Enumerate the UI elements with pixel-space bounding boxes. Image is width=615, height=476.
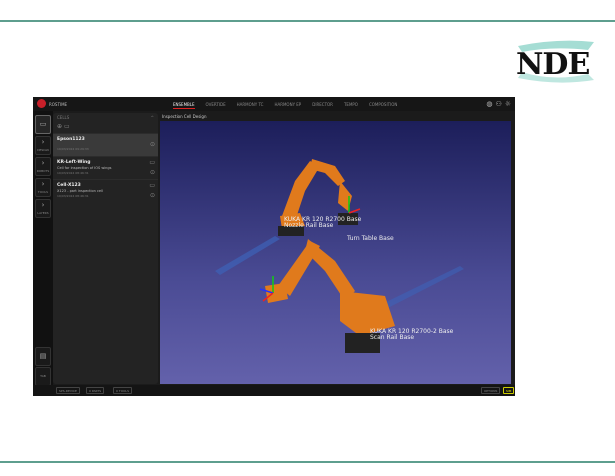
open-icon[interactable]: ⊙: [150, 169, 155, 176]
label-scan-rail: Scan Rail Base: [370, 334, 414, 341]
chevron-right-icon: ›: [41, 201, 45, 209]
label-turn-table: Turn Table Base: [346, 235, 394, 242]
brand-logo-icon: [37, 99, 46, 108]
folder-icon[interactable]: ▭: [149, 159, 155, 166]
cell-item[interactable]: KR-Left-Wing Cell for inspection of IOS …: [53, 156, 158, 179]
rail-tab-menu-button[interactable]: TAB MENU: [35, 367, 51, 395]
sim-toggle[interactable]: SIM: [503, 387, 515, 394]
rail-cells-button[interactable]: ▭: [35, 115, 51, 134]
tab-harmony-tc[interactable]: HARMONY TC: [237, 102, 264, 109]
chevron-right-icon: ›: [41, 159, 45, 167]
folder-icon: ▭: [39, 120, 47, 128]
parts-button[interactable]: 0 PARTS: [86, 387, 105, 394]
folder-icon[interactable]: ▭: [149, 182, 155, 189]
top-rule: [0, 20, 615, 22]
tab-director[interactable]: DIRECTOR: [312, 102, 333, 109]
collapse-icon[interactable]: ^: [151, 115, 154, 120]
rail-tools-button[interactable]: › TOOLS: [35, 178, 51, 197]
cell-item[interactable]: Cell-X123 X123 - part inspection cell 19…: [53, 179, 158, 202]
label-nozzle-rail: Nozzle Rail Base: [284, 222, 334, 229]
main-tabs: ENSEMBLE OVERTIDE HARMONY TC HARMONY EP …: [173, 102, 397, 109]
tab-ensemble[interactable]: ENSEMBLE: [173, 102, 195, 109]
globe-icon[interactable]: ◍: [486, 100, 492, 108]
tab-composition[interactable]: COMPOSITION: [369, 102, 397, 109]
rail-robots-button[interactable]: › ROBOTS: [35, 157, 51, 176]
chevron-right-icon: ›: [41, 138, 45, 146]
top-bar: ROSTIME ENSEMBLE OVERTIDE HARMONY TC HAR…: [33, 97, 515, 111]
tab-tempo[interactable]: TEMPO: [344, 102, 358, 109]
brand-name: ROSTIME: [49, 102, 68, 107]
open-icon[interactable]: ⊙: [150, 141, 155, 148]
cells-header: CELLS: [57, 115, 70, 120]
cells-panel: CELLS ^ ⊕ ▭ Epson1123 19/03/2024 09:29:33 …: [53, 113, 158, 384]
options-button[interactable]: OPTIONS: [481, 387, 501, 394]
rail-layers-button[interactable]: › LAYERS: [35, 199, 51, 218]
document-icon: ▤: [39, 352, 47, 360]
import-icon[interactable]: ▭: [64, 123, 70, 131]
tab-harmony-ep[interactable]: HARMONY EP: [274, 102, 301, 109]
settings-icon[interactable]: ☼: [505, 100, 511, 108]
tools-button[interactable]: 0 TOOLS: [113, 387, 132, 394]
nde-logo: NDE: [508, 38, 598, 88]
rail-design-button[interactable]: › DESIGN: [35, 136, 51, 155]
cell-item[interactable]: Epson1123 19/03/2024 09:29:33 ⊙: [53, 133, 158, 156]
bottom-rule: [0, 461, 615, 463]
status-bar: SPS-DEVICE 0 PARTS 0 TOOLS OPTIONS SIM: [33, 385, 515, 396]
rail-document-button[interactable]: ▤: [35, 347, 51, 366]
user-icon[interactable]: ⚇: [495, 100, 501, 108]
3d-scene[interactable]: KUKA KR 120 R2700 Base Nozzle Rail Base …: [160, 121, 511, 384]
viewport-panel: Inspection Cell Design KUKA KR 120 R2700…: [160, 113, 511, 384]
chevron-right-icon: ›: [41, 180, 45, 188]
rail-track: [378, 266, 464, 311]
rail-track: [215, 236, 280, 275]
sps-device-button[interactable]: SPS-DEVICE: [56, 387, 80, 394]
open-icon[interactable]: ⊙: [150, 192, 155, 199]
add-cell-icon[interactable]: ⊕: [57, 123, 62, 131]
logo-text: NDE: [516, 47, 590, 82]
viewport-title: Inspection Cell Design: [162, 114, 207, 119]
tab-overtide[interactable]: OVERTIDE: [206, 102, 226, 109]
app-window: ROSTIME ENSEMBLE OVERTIDE HARMONY TC HAR…: [33, 97, 515, 396]
left-rail: ▭ ›DESIGN ›ROBOTS ›TOOLS ›LAYERS ▤ TAB M…: [33, 111, 53, 395]
